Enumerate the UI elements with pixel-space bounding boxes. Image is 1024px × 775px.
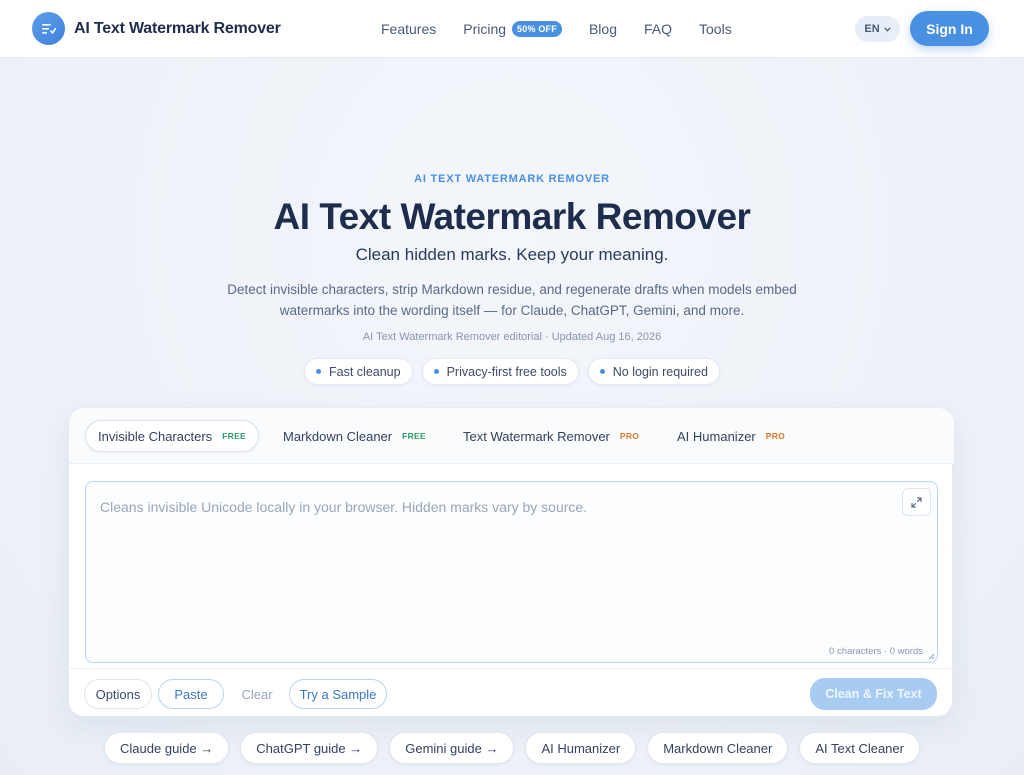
nav-link-features[interactable]: Features — [381, 21, 436, 37]
tab-text-watermark-remover[interactable]: Text Watermark Remover PRO — [451, 420, 651, 452]
bullet-dot-icon — [599, 369, 605, 374]
feature-chips: Fast cleanup Privacy-first free tools No… — [0, 358, 1024, 385]
clean-fix-button[interactable]: Clean & Fix Text — [810, 678, 937, 710]
feature-chip: Fast cleanup — [304, 358, 413, 385]
byline: AI Text Watermark Remover editorial · Up… — [362, 331, 662, 343]
brand-logo-icon — [32, 12, 65, 45]
sign-in-button[interactable]: Sign In — [910, 11, 989, 46]
guide-link-chatgpt[interactable]: ChatGPT guide → — [240, 732, 379, 764]
tab-label: Markdown Cleaner — [283, 428, 393, 444]
chevron-down-icon — [883, 26, 891, 32]
paste-button[interactable]: Paste — [158, 679, 224, 709]
tab-invisible-characters[interactable]: Invisible Characters FREE — [85, 420, 260, 452]
pro-tag: PRO — [619, 431, 640, 441]
tab-label: Text Watermark Remover — [463, 428, 610, 444]
free-tag: FREE — [222, 431, 247, 441]
hero-description: Detect invisible characters, strip Markd… — [227, 282, 797, 318]
link-markdown-cleaner[interactable]: Markdown Cleaner — [647, 732, 789, 764]
nav-link-label: Pricing — [463, 21, 507, 37]
feature-chip: No login required — [587, 358, 720, 385]
nav-links: Features Pricing 50% OFF Blog FAQ Tools — [381, 0, 759, 58]
nav-link-faq[interactable]: FAQ — [644, 21, 672, 37]
guide-links: Claude guide → ChatGPT guide → Gemini gu… — [0, 732, 1024, 764]
link-ai-text-cleaner[interactable]: AI Text Cleaner — [799, 732, 920, 764]
nav-link-tools[interactable]: Tools — [699, 21, 732, 37]
tool-tabs: Invisible Characters FREE Markdown Clean… — [69, 408, 954, 464]
input-placeholder: Cleans invisible Unicode locally in your… — [100, 499, 588, 515]
try-sample-button[interactable]: Try a Sample — [289, 679, 387, 709]
tab-label: Invisible Characters — [98, 428, 213, 444]
language-selector[interactable]: EN — [855, 16, 900, 42]
tab-label: AI Humanizer — [677, 428, 756, 444]
resize-handle-icon[interactable] — [928, 653, 935, 660]
guide-link-gemini[interactable]: Gemini guide → — [389, 732, 515, 764]
nav-link-label: FAQ — [644, 21, 673, 37]
character-counter: 0 characters · 0 words — [829, 646, 923, 657]
pro-tag: PRO — [765, 431, 786, 441]
brand-name: AI Text Watermark Remover — [74, 19, 281, 37]
options-button[interactable]: Options — [84, 679, 152, 709]
guide-link-claude[interactable]: Claude guide → — [104, 732, 230, 764]
expand-icon — [911, 496, 922, 508]
page-title: AI Text Watermark Remover — [273, 196, 751, 237]
expand-button[interactable] — [902, 488, 931, 516]
nav-link-label: Blog — [588, 21, 617, 37]
chip-label: Privacy-first free tools — [446, 364, 567, 379]
discount-badge: 50% OFF — [512, 21, 562, 37]
tab-ai-humanizer[interactable]: AI Humanizer PRO — [665, 420, 797, 452]
nav-link-label: Tools — [699, 21, 732, 37]
text-input[interactable]: Cleans invisible Unicode locally in your… — [85, 481, 938, 663]
chip-label: No login required — [612, 364, 708, 379]
language-label: EN — [864, 23, 880, 35]
bullet-dot-icon — [316, 369, 322, 374]
brand[interactable]: AI Text Watermark Remover — [32, 12, 281, 45]
tool-card: Invisible Characters FREE Markdown Clean… — [68, 407, 954, 718]
clear-button[interactable]: Clear — [232, 679, 282, 709]
nav-link-blog[interactable]: Blog — [589, 21, 617, 37]
bullet-dot-icon — [433, 369, 439, 374]
chip-label: Fast cleanup — [329, 364, 401, 379]
top-nav: AI Text Watermark Remover Features Prici… — [0, 0, 1024, 58]
nav-link-pricing[interactable]: Pricing 50% OFF — [463, 21, 562, 37]
link-ai-humanizer[interactable]: AI Humanizer — [525, 732, 637, 764]
hero-subtitle: Clean hidden marks. Keep your meaning. — [355, 245, 669, 264]
nav-link-label: Features — [381, 21, 437, 37]
tool-toolbar: Options Paste Clear Try a Sample Clean &… — [69, 668, 954, 718]
hero-eyebrow: AI TEXT WATERMARK REMOVER — [414, 173, 610, 185]
tab-markdown-cleaner[interactable]: Markdown Cleaner FREE — [271, 420, 438, 452]
feature-chip: Privacy-first free tools — [421, 358, 579, 385]
free-tag: FREE — [402, 431, 426, 441]
